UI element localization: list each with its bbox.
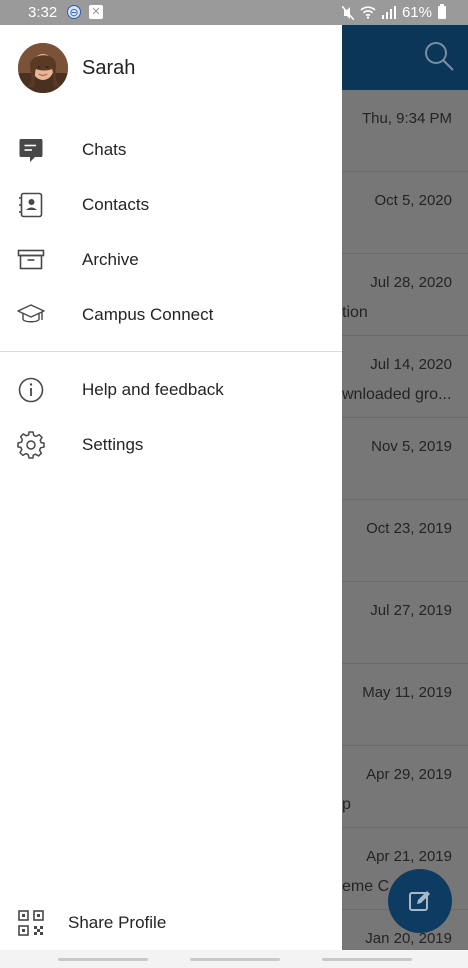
profile-header[interactable]: Sarah xyxy=(18,43,135,93)
menu-divider xyxy=(0,351,342,352)
conversation-date: Jul 28, 2020 xyxy=(370,274,452,291)
conversation-row: Nov 5, 2019 xyxy=(342,418,468,500)
conversation-row: Apr 29, 2019 p xyxy=(342,746,468,828)
sync-icon: ⊖ xyxy=(67,5,81,19)
gear-icon xyxy=(16,430,46,460)
mute-icon xyxy=(341,5,354,20)
signal-icon xyxy=(381,6,396,19)
menu-item-chats[interactable]: Chats xyxy=(0,125,342,175)
nav-back[interactable] xyxy=(322,958,412,961)
conversation-list: Thu, 9:34 PM Oct 5, 2020 Jul 28, 2020 tion J… xyxy=(342,90,468,968)
avatar-photo xyxy=(18,43,68,93)
avatar[interactable] xyxy=(18,43,68,93)
status-bar: 3:32 ⊖ ✕ 61% xyxy=(0,0,468,25)
menu-item-archive[interactable]: Archive xyxy=(0,235,342,285)
share-profile-button[interactable]: Share Profile xyxy=(0,898,342,948)
conversation-date: Apr 29, 2019 xyxy=(366,766,452,783)
menu-item-settings[interactable]: Settings xyxy=(0,420,342,470)
conversation-row: Oct 5, 2020 xyxy=(342,172,468,254)
chat-icon xyxy=(16,135,46,165)
user-name[interactable]: Sarah xyxy=(82,57,135,80)
conversation-date: Jul 14, 2020 xyxy=(370,356,452,373)
conversation-date: Oct 5, 2020 xyxy=(374,192,452,209)
menu-label-contacts: Contacts xyxy=(82,195,150,214)
conversation-row: Thu, 9:34 PM xyxy=(342,90,468,172)
system-navigation-bar xyxy=(0,950,468,968)
menu-label-archive: Archive xyxy=(82,250,139,269)
notification-icon: ✕ xyxy=(89,5,103,19)
status-time: 3:32 xyxy=(28,4,58,21)
menu-label-chats: Chats xyxy=(82,140,127,159)
nav-home[interactable] xyxy=(190,958,280,961)
menu-label-campus-connect: Campus Connect xyxy=(82,305,214,324)
archive-icon xyxy=(16,245,46,275)
conversation-date: Jan 20, 2019 xyxy=(365,930,452,947)
wifi-icon xyxy=(360,6,376,19)
conversation-snippet: wnloaded gro... xyxy=(342,386,450,403)
conversation-snippet: tion xyxy=(342,304,368,321)
menu-label-settings: Settings xyxy=(82,435,144,454)
conversation-row: Jul 28, 2020 tion xyxy=(342,254,468,336)
menu-item-help-and-feedback[interactable]: Help and feedback xyxy=(0,365,342,415)
conversation-date: May 11, 2019 xyxy=(362,684,452,701)
navigation-drawer: Sarah Chats Contacts Archive Campus Conn… xyxy=(0,25,342,950)
menu-item-contacts[interactable]: Contacts xyxy=(0,180,342,230)
conversation-date: Apr 21, 2019 xyxy=(366,848,452,865)
compose-button xyxy=(388,869,452,933)
conversation-date: Oct 23, 2019 xyxy=(366,520,452,537)
compose-icon xyxy=(409,891,430,911)
info-icon xyxy=(16,375,46,405)
conversation-row: May 11, 2019 xyxy=(342,664,468,746)
conversation-date: Thu, 9:34 PM xyxy=(361,110,452,127)
conversation-row: Jul 14, 2020 wnloaded gro... xyxy=(342,336,468,418)
conversation-row: Oct 23, 2019 xyxy=(342,500,468,582)
share-profile-label: Share Profile xyxy=(68,913,167,932)
qr-code-icon xyxy=(18,910,44,936)
conversation-date: Jul 27, 2019 xyxy=(370,602,452,619)
battery-percent: 61% xyxy=(401,4,432,21)
graduation-cap-icon xyxy=(16,300,46,330)
search-icon xyxy=(425,42,454,71)
conversation-row: Jul 27, 2019 xyxy=(342,582,468,664)
contacts-icon xyxy=(16,190,46,220)
menu-item-campus-connect[interactable]: Campus Connect xyxy=(0,290,342,340)
nav-recents[interactable] xyxy=(58,958,148,961)
conversation-date: Nov 5, 2019 xyxy=(371,438,452,455)
conversation-snippet: p xyxy=(342,796,351,813)
menu-label-help: Help and feedback xyxy=(82,380,224,399)
battery-icon xyxy=(438,4,446,19)
